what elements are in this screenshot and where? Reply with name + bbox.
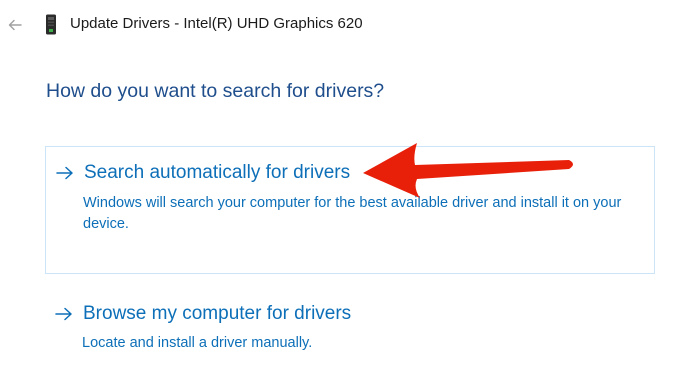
window-title: Update Drivers - Intel(R) UHD Graphics 6…: [70, 15, 363, 32]
arrow-right-icon: [55, 307, 72, 321]
graphics-card-icon: [46, 14, 56, 35]
option-header: Search automatically for drivers: [56, 162, 350, 184]
title-bar: Update Drivers - Intel(R) UHD Graphics 6…: [0, 0, 680, 50]
browse-computer-option[interactable]: Browse my computer for drivers Locate an…: [45, 292, 655, 358]
red-pointer-arrow-icon: [363, 143, 573, 198]
page-heading: How do you want to search for drivers?: [46, 80, 385, 102]
arrow-right-icon: [56, 166, 73, 180]
option-title: Search automatically for drivers: [84, 162, 351, 183]
option-title: Browse my computer for drivers: [83, 303, 352, 324]
option-description: Locate and install a driver manually.: [82, 335, 313, 351]
back-arrow-icon: [8, 19, 22, 31]
back-button[interactable]: [4, 14, 26, 36]
option-header: Browse my computer for drivers: [55, 303, 351, 325]
